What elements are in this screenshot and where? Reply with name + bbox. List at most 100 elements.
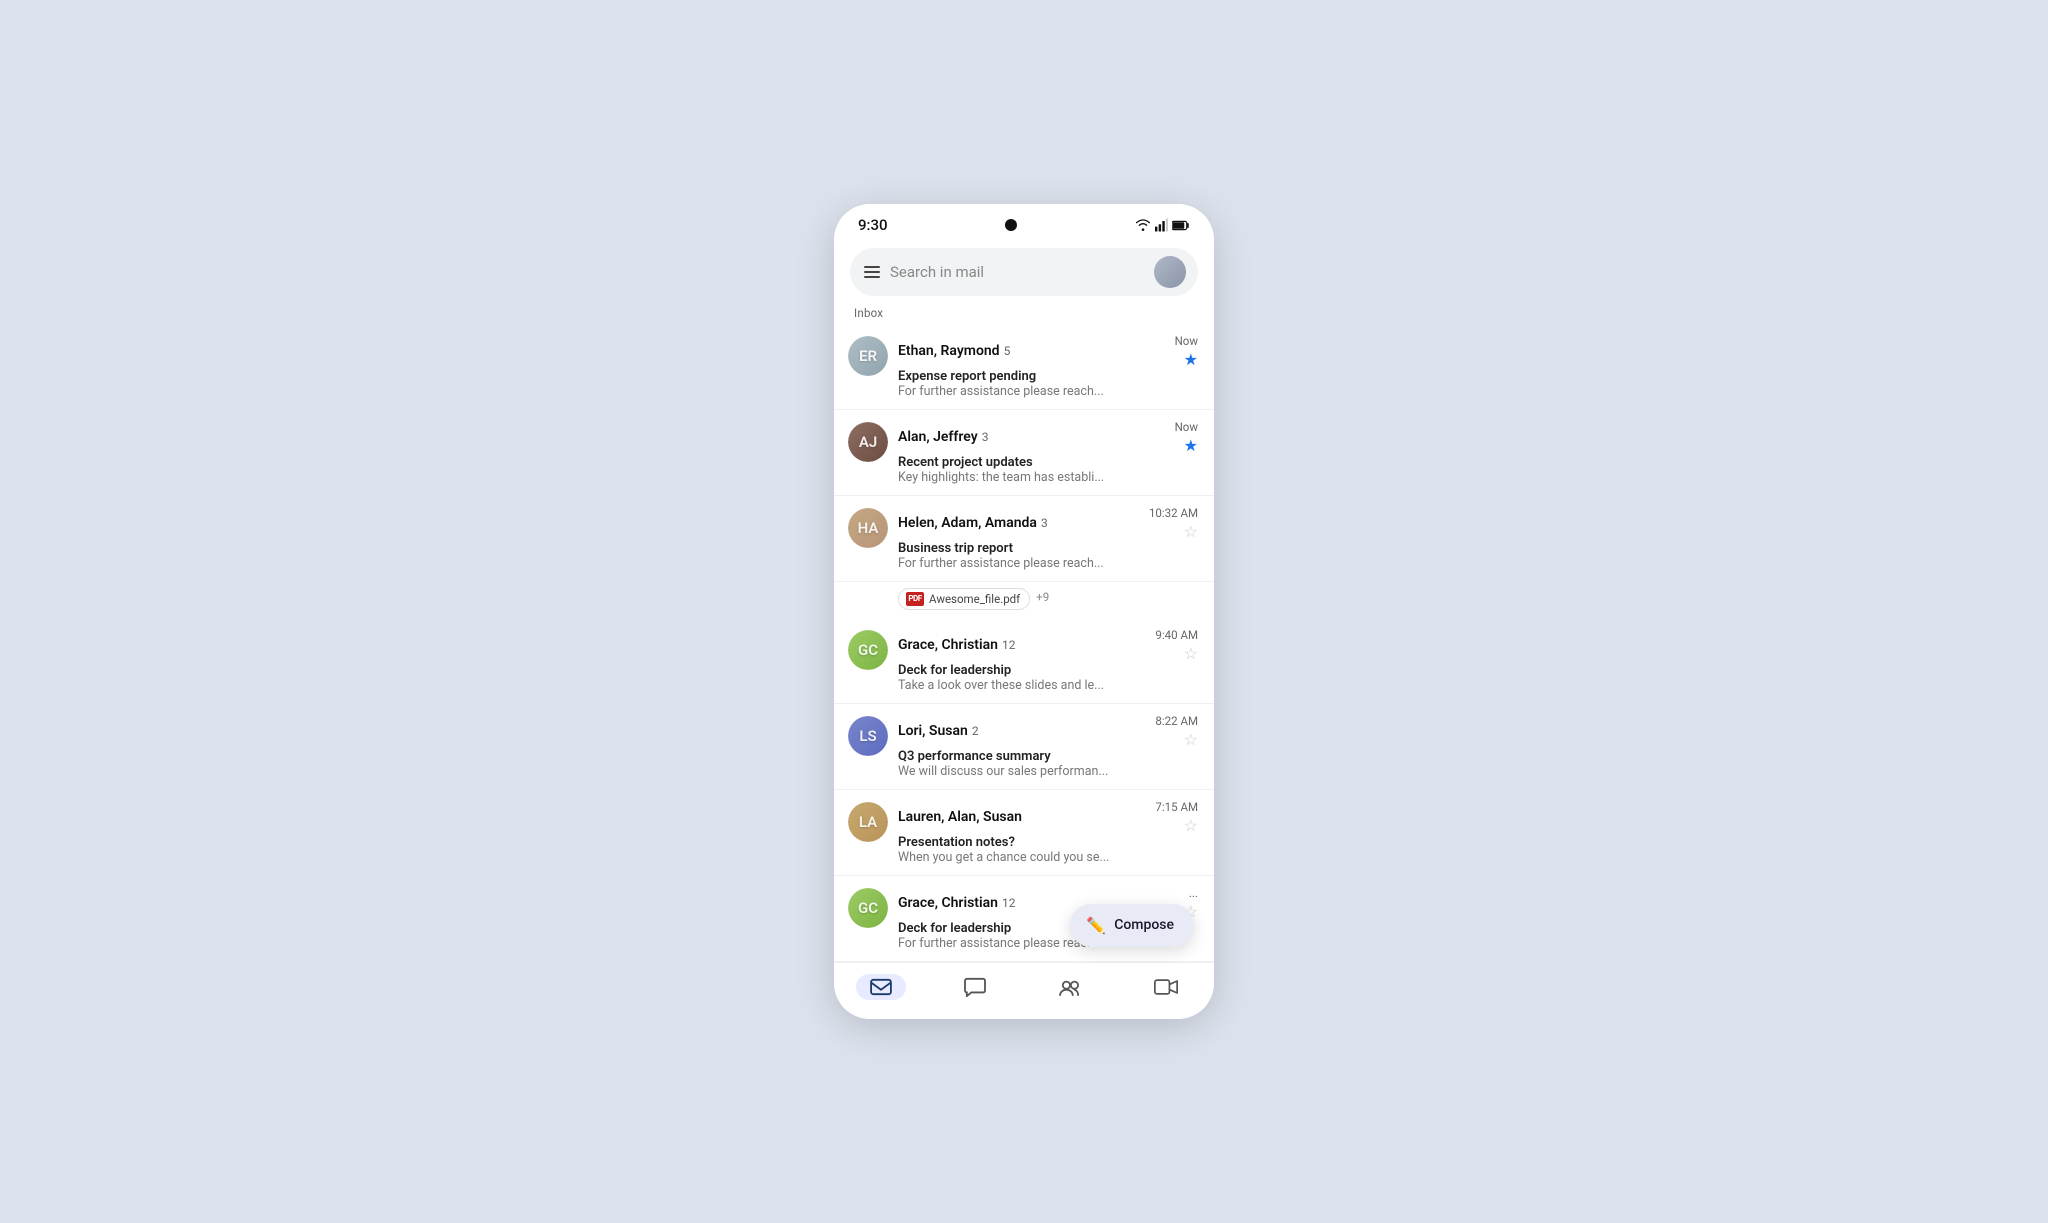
mail-subject: Presentation notes? <box>898 835 1198 850</box>
search-bar[interactable]: Search in mail <box>850 248 1198 296</box>
mail-count: 3 <box>982 430 989 444</box>
mail-sender: Grace, Christian <box>898 637 998 653</box>
mail-meta-right: Now ★ <box>1167 334 1198 368</box>
star-icon[interactable]: ☆ <box>1184 646 1198 662</box>
star-icon[interactable]: ☆ <box>1184 818 1198 834</box>
compose-icon: ✏️ <box>1086 916 1106 935</box>
mail-item[interactable]: GC Grace, Christian 12 9:40 AM ☆Deck for lea… <box>834 618 1214 704</box>
mail-sender: Grace, Christian <box>898 895 998 911</box>
mail-subject: Deck for leadership <box>898 663 1198 678</box>
chat-nav-icon <box>964 977 986 997</box>
mail-time: Now <box>1175 334 1198 348</box>
avatar-initials: GC <box>848 888 888 928</box>
signal-icon <box>1155 218 1168 232</box>
camera-dot <box>1005 219 1017 231</box>
avatar-initials: ER <box>848 336 888 376</box>
wifi-icon <box>1135 219 1151 231</box>
compose-label: Compose <box>1114 917 1174 933</box>
status-bar: 9:30 <box>834 204 1214 242</box>
mail-item[interactable]: LS Lori, Susan 2 8:22 AM ☆Q3 performance sum… <box>834 704 1214 790</box>
mail-header-row: Grace, Christian 12 9:40 AM ☆ <box>898 628 1198 662</box>
mail-subject: Business trip report <box>898 541 1198 556</box>
avatar-initials: LS <box>848 716 888 756</box>
mail-count: 12 <box>1002 638 1016 652</box>
nav-item-meet[interactable] <box>1140 974 1192 1000</box>
attachment-chip[interactable]: PDFAwesome_file.pdf <box>898 588 1030 610</box>
mail-content: Alan, Jeffrey 3 Now ★Recent project updates… <box>898 420 1198 485</box>
pdf-icon: PDF <box>906 592 924 606</box>
nav-item-mail[interactable] <box>856 974 906 1000</box>
mail-meta-right: 9:40 AM ☆ <box>1147 628 1198 662</box>
compose-fab[interactable]: ✏️ Compose <box>1070 904 1194 947</box>
mail-header-row: Helen, Adam, Amanda310:32 AM☆ <box>898 506 1198 540</box>
mail-preview: We will discuss our sales performan... <box>898 764 1198 779</box>
battery-icon <box>1172 220 1190 231</box>
nav-item-spaces[interactable] <box>1044 974 1096 1000</box>
user-avatar[interactable] <box>1154 256 1186 288</box>
mail-sender: Lori, Susan <box>898 723 968 739</box>
mail-avatar: AJ <box>848 422 888 462</box>
mail-header-row: Lauren, Alan, Susan 7:15 AM ☆ <box>898 800 1198 834</box>
avatar-image <box>1154 256 1186 288</box>
section-label: Inbox <box>834 296 1214 324</box>
star-icon[interactable]: ★ <box>1184 352 1198 368</box>
mail-item[interactable]: AJ Alan, Jeffrey 3 Now ★Recent project updat… <box>834 410 1214 496</box>
mail-subject: Expense report pending <box>898 369 1198 384</box>
nav-item-chat[interactable] <box>950 973 1000 1001</box>
mail-header-row: Alan, Jeffrey 3 Now ★ <box>898 420 1198 454</box>
bottom-nav <box>834 962 1214 1019</box>
mail-header-row: Lori, Susan 2 8:22 AM ☆ <box>898 714 1198 748</box>
mail-avatar: ER <box>848 336 888 376</box>
mail-avatar: HA <box>848 508 888 548</box>
mail-content: Grace, Christian 12 9:40 AM ☆Deck for leade… <box>898 628 1198 693</box>
mail-content: Lori, Susan 2 8:22 AM ☆Q3 performance summa… <box>898 714 1198 779</box>
avatar-initials: LA <box>848 802 888 842</box>
mail-avatar: LA <box>848 802 888 842</box>
mail-time: Now <box>1175 420 1198 434</box>
mail-item[interactable]: ER Ethan, Raymond 5 Now ★Expense report pend… <box>834 324 1214 410</box>
star-icon[interactable]: ☆ <box>1184 732 1198 748</box>
hamburger-menu-icon[interactable] <box>864 266 880 278</box>
mail-time: 9:40 AM <box>1155 628 1198 642</box>
star-icon[interactable]: ★ <box>1184 438 1198 454</box>
mail-meta-right: 8:22 AM ☆ <box>1147 714 1198 748</box>
mail-time: ... <box>1189 886 1198 900</box>
mail-sender: Ethan, Raymond <box>898 343 1000 359</box>
mail-time: 10:32 AM <box>1149 506 1198 520</box>
mail-item[interactable]: LA Lauren, Alan, Susan 7:15 AM ☆Presentatio… <box>834 790 1214 876</box>
search-placeholder: Search in mail <box>890 263 1144 281</box>
mail-meta-right: 7:15 AM ☆ <box>1147 800 1198 834</box>
phone-frame: 9:30 <box>834 204 1214 1019</box>
mail-avatar: LS <box>848 716 888 756</box>
mail-sender: Alan, Jeffrey <box>898 429 978 445</box>
mail-nav-icon <box>870 978 892 996</box>
mail-count: 5 <box>1004 344 1011 358</box>
mail-time: 8:22 AM <box>1155 714 1198 728</box>
star-icon[interactable]: ☆ <box>1184 524 1198 540</box>
mail-content: Helen, Adam, Amanda310:32 AM☆Business tr… <box>898 506 1198 571</box>
avatar-initials: AJ <box>848 422 888 462</box>
mail-avatar: GC <box>848 888 888 928</box>
mail-time: 7:15 AM <box>1155 800 1198 814</box>
mail-sender: Lauren, Alan, Susan <box>898 809 1022 825</box>
mail-count: 2 <box>972 724 979 738</box>
attachment-more: +9 <box>1036 590 1049 604</box>
meet-nav-icon <box>1154 978 1178 996</box>
mail-count: 3 <box>1041 516 1048 530</box>
mail-header-row: Ethan, Raymond 5 Now ★ <box>898 334 1198 368</box>
avatar-initials: GC <box>848 630 888 670</box>
mail-subject: Q3 performance summary <box>898 749 1198 764</box>
status-time: 9:30 <box>858 216 888 234</box>
mail-content: Lauren, Alan, Susan 7:15 AM ☆Presentation … <box>898 800 1198 865</box>
attachment-area: PDFAwesome_file.pdf +9 <box>834 582 1214 618</box>
status-icons <box>1135 218 1190 232</box>
mail-meta-right: Now ★ <box>1167 420 1198 454</box>
mail-item[interactable]: HAHelen, Adam, Amanda310:32 AM☆Business … <box>834 496 1214 582</box>
mail-preview: For further assistance please reach... <box>898 556 1198 571</box>
mail-content: Ethan, Raymond 5 Now ★Expense report pendin… <box>898 334 1198 399</box>
mail-list: EREthan, Raymond5Now★Expense report pend… <box>834 324 1214 962</box>
mail-preview: When you get a chance could you se... <box>898 850 1198 865</box>
mail-preview: For further assistance please reach... <box>898 384 1198 399</box>
mail-preview: Key highlights: the team has establi... <box>898 470 1198 485</box>
mail-subject: Recent project updates <box>898 455 1198 470</box>
